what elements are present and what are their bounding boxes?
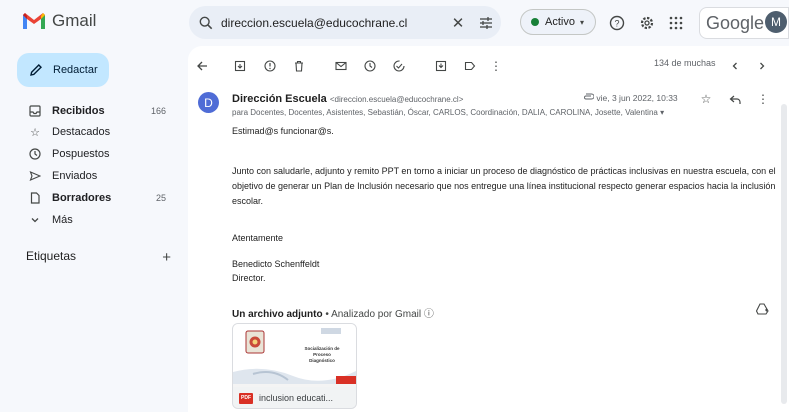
email-greeting: Estimad@s funcionar@s. — [232, 126, 334, 136]
attachment-clip-icon — [583, 93, 596, 103]
scan-note: Analizado por Gmail — [331, 309, 422, 320]
send-icon — [28, 169, 42, 183]
search-icon[interactable] — [199, 16, 213, 30]
star-icon[interactable]: ☆ — [698, 91, 714, 107]
apps-grid-icon[interactable] — [666, 13, 686, 33]
svg-text:?: ? — [614, 19, 619, 29]
status-label: Activo — [545, 16, 575, 28]
attachment-footer: PDF inclusion educati... — [233, 387, 356, 408]
status-dot-icon — [531, 18, 539, 26]
sidebar-item-label: Pospuestos — [52, 148, 110, 160]
sidebar-item-label: Más — [52, 214, 73, 226]
more-options-icon[interactable]: ⋮ — [490, 58, 502, 74]
more-actions-icon[interactable]: ⋮ — [755, 91, 771, 107]
previous-chevron-icon[interactable] — [728, 58, 742, 74]
clock-icon — [28, 147, 42, 161]
compose-label: Redactar — [53, 64, 98, 76]
search-input[interactable]: direccion.escuela@educochrane.cl — [221, 16, 445, 30]
snooze-clock-icon[interactable] — [362, 58, 378, 74]
status-dropdown[interactable]: Activo ▾ — [520, 9, 596, 35]
email-date: vie, 3 jun 2022, 10:33 — [583, 93, 678, 103]
add-label-icon[interactable]: + — [162, 249, 171, 266]
add-to-drive-icon[interactable] — [755, 303, 769, 318]
sender-name[interactable]: Dirección Escuela — [232, 93, 327, 105]
pdf-file-icon: PDF — [239, 392, 253, 404]
gmail-m-icon — [23, 13, 45, 29]
info-icon[interactable]: ⓘ — [424, 309, 434, 320]
signature-name: Benedicto Schenffeldt — [232, 259, 320, 269]
sender-line: Dirección Escuela <direccion.escuela@edu… — [232, 93, 463, 105]
sidebar-item-more[interactable]: Más — [28, 213, 178, 227]
sidebar-item-snoozed[interactable]: Pospuestos — [28, 147, 178, 161]
attachment-preview: Socialización de Proceso Diagnóstico — [233, 324, 356, 384]
date-text: vie, 3 jun 2022, 10:33 — [596, 93, 678, 103]
add-task-icon[interactable] — [391, 58, 407, 74]
sidebar-item-sent[interactable]: Enviados — [28, 169, 178, 183]
delete-trash-icon[interactable] — [291, 58, 307, 74]
top-bar: Gmail direccion.escuela@educochrane.cl ✕… — [0, 0, 789, 46]
star-icon: ☆ — [30, 126, 40, 139]
next-chevron-icon[interactable] — [755, 58, 769, 74]
help-icon[interactable]: ? — [607, 13, 627, 33]
sender-avatar[interactable]: D — [198, 92, 219, 113]
mark-unread-icon[interactable] — [333, 58, 349, 74]
email-closing: Atentamente — [232, 233, 284, 243]
recipients-list: para Docentes, Docentes, Asistentes, Seb… — [232, 108, 658, 117]
account-avatar[interactable]: M — [765, 11, 787, 33]
recipients-line[interactable]: para Docentes, Docentes, Asistentes, Seb… — [232, 108, 664, 117]
attachment-filename[interactable]: inclusion educati... — [259, 393, 333, 403]
clear-search-icon[interactable]: ✕ — [445, 14, 471, 32]
chevron-down-icon: ▾ — [579, 17, 584, 27]
chevron-down-icon — [28, 213, 42, 227]
report-spam-icon[interactable] — [262, 58, 278, 74]
search-options-icon[interactable] — [471, 16, 501, 30]
pager-count: 134 de muchas — [654, 58, 716, 68]
sidebar-item-inbox[interactable]: Recibidos 166 — [28, 104, 178, 118]
google-wordmark: Google — [706, 12, 765, 33]
label-tag-icon[interactable] — [462, 58, 478, 74]
sidebar-item-label: Recibidos — [52, 105, 105, 117]
settings-gear-icon[interactable] — [637, 13, 657, 33]
reply-icon[interactable] — [727, 91, 743, 107]
archive-icon[interactable] — [232, 58, 248, 74]
email-paragraph: Junto con saludarle, adjunto y remito PP… — [232, 166, 776, 206]
draft-icon — [28, 191, 42, 205]
gmail-logo[interactable]: Gmail — [22, 11, 96, 31]
scrollbar[interactable] — [781, 104, 787, 404]
sender-address: <direccion.escuela@educochrane.cl> — [329, 95, 464, 104]
sidebar-item-label: Destacados — [52, 126, 111, 138]
sidebar-item-drafts[interactable]: Borradores 25 — [28, 191, 178, 205]
pencil-icon — [30, 64, 42, 76]
compose-button[interactable]: Redactar — [17, 53, 109, 87]
gmail-wordmark: Gmail — [52, 11, 97, 30]
sidebar-item-label: Enviados — [52, 170, 98, 182]
attachments-title: Un archivo adjunto — [232, 309, 323, 320]
sidebar-item-label: Borradores — [52, 192, 112, 204]
inbox-icon — [28, 104, 42, 118]
labels-section: Etiquetas + — [26, 249, 171, 266]
signature-title: Director. — [232, 273, 266, 283]
draft-count: 25 — [155, 193, 166, 203]
attachments-header: Un archivo adjunto • Analizado por Gmail… — [232, 309, 434, 320]
unread-count: 166 — [150, 106, 166, 116]
caret-down-icon[interactable]: ▾ — [660, 108, 664, 117]
back-arrow-icon[interactable] — [194, 58, 210, 74]
sidebar-item-starred[interactable]: ☆ Destacados — [28, 125, 178, 139]
slide-title: Socialización de Proceso Diagnóstico — [304, 346, 340, 363]
move-to-icon[interactable] — [433, 58, 449, 74]
search-bar[interactable]: direccion.escuela@educochrane.cl ✕ — [189, 6, 501, 39]
labels-heading: Etiquetas — [26, 249, 77, 263]
attachment-card[interactable]: Socialización de Proceso Diagnóstico PDF… — [232, 323, 357, 409]
